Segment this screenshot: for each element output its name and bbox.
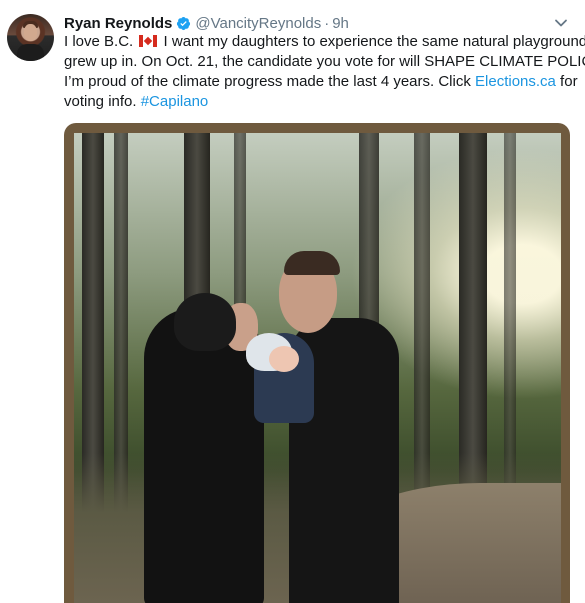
- tweet-header: Ryan Reynolds @VancityReynolds · 9h: [64, 13, 349, 33]
- avatar-suit: [17, 44, 44, 61]
- header-separator: ·: [324, 14, 330, 32]
- tweet-text-line-4: voting info. #Capilano: [64, 92, 564, 112]
- tweet-text: I love B.C. I want my daughters to exper…: [64, 32, 585, 112]
- canada-flag-emoji: [139, 35, 158, 47]
- photo-baby-face: [269, 346, 299, 372]
- photo-man-hair: [284, 251, 340, 275]
- tweet-text-line-2: grew up in. On Oct. 21, the candidate yo…: [64, 53, 585, 70]
- author-name[interactable]: Ryan Reynolds: [64, 15, 172, 32]
- elections-link[interactable]: Elections.ca: [475, 73, 556, 90]
- chevron-down-icon[interactable]: [553, 15, 569, 31]
- verified-badge-icon: [176, 16, 191, 31]
- text-fragment: I love B.C.: [64, 33, 134, 50]
- tweet-text-line-3: I’m proud of the climate progress made t…: [64, 72, 578, 92]
- photo-beanie: [174, 293, 236, 351]
- author-handle[interactable]: @VancityReynolds: [195, 15, 321, 32]
- avatar-face: [24, 24, 37, 41]
- text-fragment: I want my daughters to experience the sa…: [163, 33, 585, 50]
- text-fragment: for: [555, 73, 578, 90]
- hashtag-link[interactable]: #Capilano: [141, 93, 209, 110]
- tweet-text-line-1: I love B.C. I want my daughters to exper…: [64, 32, 585, 52]
- family-forest-photo[interactable]: [74, 133, 561, 603]
- text-fragment: I’m proud of the climate progress made t…: [64, 73, 476, 90]
- tweet-timestamp[interactable]: 9h: [332, 15, 349, 32]
- tweet-card[interactable]: Ryan Reynolds @VancityReynolds · 9h I lo…: [0, 0, 585, 603]
- tweet-media[interactable]: [64, 123, 570, 603]
- text-fragment: voting info.: [64, 93, 141, 110]
- avatar[interactable]: [7, 14, 54, 61]
